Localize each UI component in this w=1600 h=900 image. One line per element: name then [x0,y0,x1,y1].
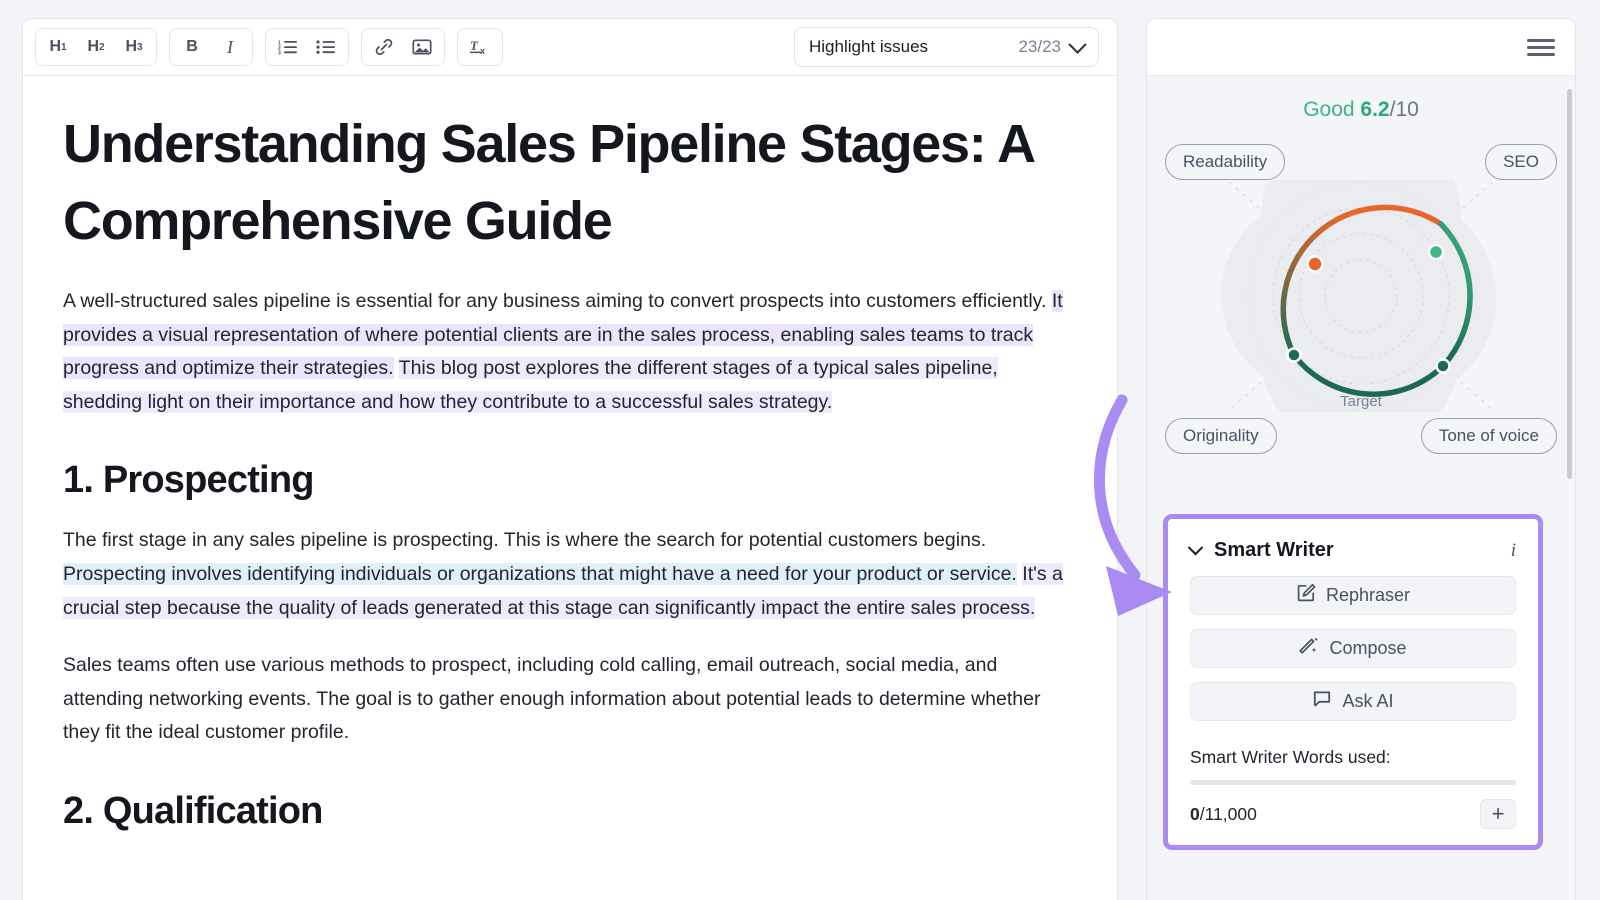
text-style-group: B I [169,28,253,66]
h1-sub: 1 [61,42,67,53]
metric-pills-bottom: Originality Tone of voice [1147,412,1575,454]
space-1 [394,357,399,379]
heading-2-button[interactable]: H2 [77,31,115,63]
chevron-down-icon [1068,35,1086,53]
metric-pills-top: Readability SEO [1147,122,1575,180]
radar-svg [1211,180,1511,412]
ask-ai-button[interactable]: Ask AI [1190,682,1516,721]
compose-label: Compose [1329,638,1406,659]
score-quality-label: Good [1303,98,1354,121]
score-max: /10 [1390,98,1419,121]
heading-button-group: H1 H2 H3 [35,28,157,66]
section-heading-qualification: 2. Qualification [63,790,1077,833]
app-root: H1 H2 H3 B I 123 [0,0,1600,900]
prospecting-plain: The first stage in any sales pipeline is… [63,529,986,551]
pencil-square-icon [1296,583,1316,608]
sidebar-scrollbar[interactable] [1567,89,1572,479]
svg-text:T: T [470,38,479,53]
words-footer: 0/11,000 + [1190,799,1516,829]
bullet-list-icon[interactable] [307,31,345,63]
editor-toolbar: H1 H2 H3 B I 123 [23,19,1117,76]
point-tone-of-voice[interactable] [1437,360,1450,373]
highlight-issues-select[interactable]: Highlight issues 23/23 [794,27,1099,67]
radar-target-label: Target [1147,393,1575,410]
paragraph-intro: A well-structured sales pipeline is esse… [63,285,1077,419]
clear-format-group: Tx [457,28,503,66]
highlight-issues-label: Highlight issues [809,37,928,57]
section-heading-prospecting: 1. Prospecting [63,459,1077,502]
intro-plain: A well-structured sales pipeline is esse… [63,290,1052,312]
pill-tone-of-voice[interactable]: Tone of voice [1421,418,1557,454]
h3-label: H [125,38,137,56]
add-words-button[interactable]: + [1480,799,1516,829]
page-title: Understanding Sales Pipeline Stages: A C… [63,106,1077,259]
h1-label: H [49,38,61,56]
link-icon[interactable] [365,31,403,63]
clear-formatting-icon[interactable]: Tx [461,31,499,63]
h2-sub: 2 [99,42,105,53]
editor-panel: H1 H2 H3 B I 123 [22,18,1118,900]
paragraph-prospecting: The first stage in any sales pipeline is… [63,524,1077,625]
image-icon[interactable] [403,31,441,63]
point-seo[interactable] [1429,245,1443,259]
rephraser-label: Rephraser [1326,585,1410,606]
heading-3-button[interactable]: H3 [115,31,153,63]
ordered-list-icon[interactable]: 123 [269,31,307,63]
pill-readability[interactable]: Readability [1165,144,1285,180]
ask-ai-label: Ask AI [1342,691,1393,712]
words-used-label: Smart Writer Words used: [1190,747,1516,768]
words-used-value: 0/11,000 [1190,804,1257,825]
chat-bubble-icon [1312,689,1332,714]
sidebar-header [1147,19,1575,76]
point-readability[interactable] [1308,257,1323,272]
point-originality[interactable] [1288,349,1301,362]
paragraph-methods: Sales teams often use various methods to… [63,649,1077,750]
svg-text:x: x [480,46,485,56]
list-group: 123 [265,28,349,66]
quality-sidebar: Good 6.2/10 Readability SEO [1146,18,1576,900]
smart-writer-header: Smart Writer i [1190,539,1516,562]
words-progress-bar [1190,780,1516,785]
info-icon[interactable]: i [1511,540,1516,562]
overall-score: Good 6.2/10 [1147,76,1575,122]
h3-sub: 3 [137,42,143,53]
pill-originality[interactable]: Originality [1165,418,1277,454]
quality-radar-chart: Target [1147,180,1575,412]
score-value: 6.2 [1360,98,1389,121]
document-body[interactable]: Understanding Sales Pipeline Stages: A C… [23,76,1117,900]
words-quota: /11,000 [1200,804,1257,824]
highlight-issues-count: 23/23 [1018,37,1061,57]
compose-button[interactable]: Compose [1190,629,1516,668]
bold-button[interactable]: B [173,31,211,63]
heading-1-button[interactable]: H1 [39,31,77,63]
words-used-count: 0 [1190,804,1200,824]
h2-label: H [87,38,99,56]
smart-writer-panel: Smart Writer i Rephraser Compose Ask [1163,514,1543,850]
italic-button[interactable]: I [211,31,249,63]
svg-text:3: 3 [278,51,281,56]
highlight-prospecting-blue[interactable]: Prospecting involves identifying individ… [63,563,1017,585]
hamburger-menu-icon[interactable] [1527,35,1555,60]
pill-seo[interactable]: SEO [1485,144,1557,180]
chevron-down-icon[interactable] [1188,540,1204,556]
rephraser-button[interactable]: Rephraser [1190,576,1516,615]
magic-wand-icon [1299,636,1319,661]
smart-writer-title: Smart Writer [1214,539,1334,562]
insert-group [361,28,445,66]
